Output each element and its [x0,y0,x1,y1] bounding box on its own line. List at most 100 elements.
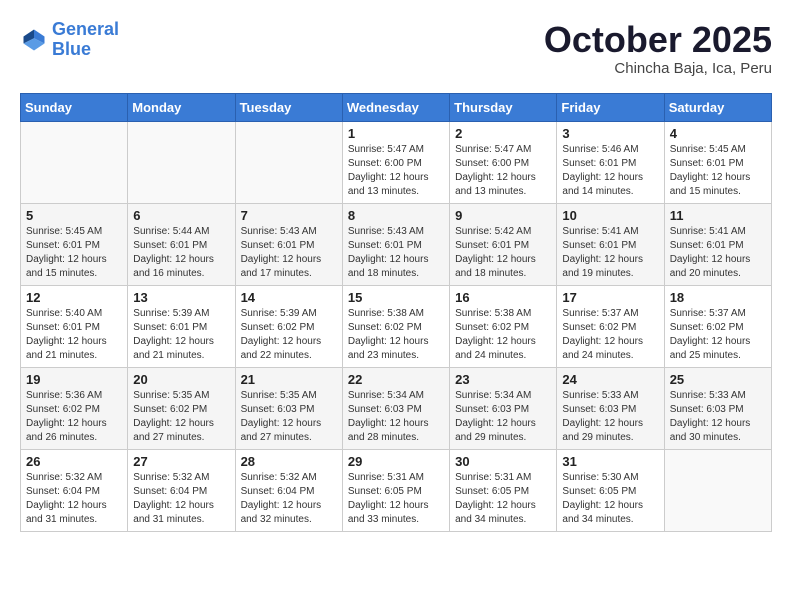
calendar-cell: 7 Sunrise: 5:43 AM Sunset: 6:01 PM Daylig… [235,203,342,285]
day-number: 7 [241,208,337,223]
day-info: Sunrise: 5:47 AM Sunset: 6:00 PM Dayligh… [455,143,551,199]
day-info: Sunrise: 5:39 AM Sunset: 6:01 PM Dayligh… [133,307,229,363]
calendar-cell: 28 Sunrise: 5:32 AM Sunset: 6:04 PM Dayli… [235,449,342,531]
day-number: 12 [26,290,122,305]
day-info: Sunrise: 5:32 AM Sunset: 6:04 PM Dayligh… [26,471,122,527]
day-info: Sunrise: 5:43 AM Sunset: 6:01 PM Dayligh… [348,225,444,281]
calendar-week-2: 5 Sunrise: 5:45 AM Sunset: 6:01 PM Daylig… [21,203,772,285]
calendar-cell: 11Sunrise: 5:41 AM Sunset: 6:01 PM Dayli… [664,203,771,285]
weekday-header-thursday: Thursday [450,93,557,121]
day-number: 2 [455,126,551,141]
day-info: Sunrise: 5:37 AM Sunset: 6:02 PM Dayligh… [562,307,658,363]
logo-icon [20,26,48,54]
calendar-cell [664,449,771,531]
calendar-cell: 10 Sunrise: 5:41 AM Sunset: 6:01 PM Dayli… [557,203,664,285]
weekday-header-saturday: Saturday [664,93,771,121]
day-info: Sunrise: 5:45 AM Sunset: 6:01 PM Dayligh… [670,143,766,199]
calendar-body: 1 Sunrise: 5:47 AM Sunset: 6:00 PM Daylig… [21,121,772,531]
day-info: Sunrise: 5:32 AM Sunset: 6:04 PM Dayligh… [133,471,229,527]
day-info: Sunrise: 5:44 AM Sunset: 6:01 PM Dayligh… [133,225,229,281]
calendar-cell: 23Sunrise: 5:34 AM Sunset: 6:03 PM Dayli… [450,367,557,449]
page-header: GeneralBlue October 2025 Chincha Baja, I… [20,20,772,77]
calendar-cell: 20Sunrise: 5:35 AM Sunset: 6:02 PM Dayli… [128,367,235,449]
day-number: 10 [562,208,658,223]
weekday-header-friday: Friday [557,93,664,121]
day-number: 3 [562,126,658,141]
day-info: Sunrise: 5:32 AM Sunset: 6:04 PM Dayligh… [241,471,337,527]
calendar-week-4: 19 Sunrise: 5:36 AM Sunset: 6:02 PM Dayli… [21,367,772,449]
calendar-cell [235,121,342,203]
day-info: Sunrise: 5:38 AM Sunset: 6:02 PM Dayligh… [348,307,444,363]
calendar-cell [128,121,235,203]
calendar-week-3: 12 Sunrise: 5:40 AM Sunset: 6:01 PM Dayli… [21,285,772,367]
calendar-cell: 3 Sunrise: 5:46 AM Sunset: 6:01 PM Daylig… [557,121,664,203]
day-info: Sunrise: 5:38 AM Sunset: 6:02 PM Dayligh… [455,307,551,363]
calendar-cell: 31 Sunrise: 5:30 AM Sunset: 6:05 PM Dayli… [557,449,664,531]
calendar-cell: 6Sunrise: 5:44 AM Sunset: 6:01 PM Daylig… [128,203,235,285]
calendar-cell: 19 Sunrise: 5:36 AM Sunset: 6:02 PM Dayli… [21,367,128,449]
calendar-cell: 8Sunrise: 5:43 AM Sunset: 6:01 PM Daylig… [342,203,449,285]
calendar-cell: 15 Sunrise: 5:38 AM Sunset: 6:02 PM Dayli… [342,285,449,367]
day-info: Sunrise: 5:36 AM Sunset: 6:02 PM Dayligh… [26,389,122,445]
day-number: 21 [241,372,337,387]
day-number: 15 [348,290,444,305]
title-block: October 2025 Chincha Baja, Ica, Peru [544,20,772,77]
day-info: Sunrise: 5:46 AM Sunset: 6:01 PM Dayligh… [562,143,658,199]
calendar-cell: 22 Sunrise: 5:34 AM Sunset: 6:03 PM Dayli… [342,367,449,449]
weekday-header-row: SundayMondayTuesdayWednesdayThursdayFrid… [21,93,772,121]
day-info: Sunrise: 5:37 AM Sunset: 6:02 PM Dayligh… [670,307,766,363]
calendar-cell: 9 Sunrise: 5:42 AM Sunset: 6:01 PM Daylig… [450,203,557,285]
calendar-cell: 25Sunrise: 5:33 AM Sunset: 6:03 PM Dayli… [664,367,771,449]
day-number: 19 [26,372,122,387]
calendar-cell: 12 Sunrise: 5:40 AM Sunset: 6:01 PM Dayli… [21,285,128,367]
day-info: Sunrise: 5:41 AM Sunset: 6:01 PM Dayligh… [562,225,658,281]
month-title: October 2025 [544,20,772,60]
day-number: 25 [670,372,766,387]
day-info: Sunrise: 5:33 AM Sunset: 6:03 PM Dayligh… [562,389,658,445]
calendar-week-1: 1 Sunrise: 5:47 AM Sunset: 6:00 PM Daylig… [21,121,772,203]
day-info: Sunrise: 5:45 AM Sunset: 6:01 PM Dayligh… [26,225,122,281]
day-info: Sunrise: 5:40 AM Sunset: 6:01 PM Dayligh… [26,307,122,363]
weekday-header-monday: Monday [128,93,235,121]
day-number: 1 [348,126,444,141]
location-subtitle: Chincha Baja, Ica, Peru [544,60,772,77]
day-number: 30 [455,454,551,469]
day-number: 31 [562,454,658,469]
day-number: 26 [26,454,122,469]
day-number: 22 [348,372,444,387]
calendar-cell: 5 Sunrise: 5:45 AM Sunset: 6:01 PM Daylig… [21,203,128,285]
calendar-cell: 13Sunrise: 5:39 AM Sunset: 6:01 PM Dayli… [128,285,235,367]
calendar-cell: 4 Sunrise: 5:45 AM Sunset: 6:01 PM Daylig… [664,121,771,203]
calendar-table: SundayMondayTuesdayWednesdayThursdayFrid… [20,93,772,532]
day-number: 29 [348,454,444,469]
calendar-cell: 16 Sunrise: 5:38 AM Sunset: 6:02 PM Dayli… [450,285,557,367]
day-info: Sunrise: 5:31 AM Sunset: 6:05 PM Dayligh… [455,471,551,527]
calendar-cell: 30 Sunrise: 5:31 AM Sunset: 6:05 PM Dayli… [450,449,557,531]
day-info: Sunrise: 5:47 AM Sunset: 6:00 PM Dayligh… [348,143,444,199]
day-number: 20 [133,372,229,387]
weekday-header-tuesday: Tuesday [235,93,342,121]
day-number: 11 [670,208,766,223]
day-number: 4 [670,126,766,141]
day-info: Sunrise: 5:34 AM Sunset: 6:03 PM Dayligh… [455,389,551,445]
logo-name: GeneralBlue [52,20,119,60]
day-info: Sunrise: 5:31 AM Sunset: 6:05 PM Dayligh… [348,471,444,527]
day-number: 27 [133,454,229,469]
day-info: Sunrise: 5:34 AM Sunset: 6:03 PM Dayligh… [348,389,444,445]
day-number: 5 [26,208,122,223]
day-info: Sunrise: 5:30 AM Sunset: 6:05 PM Dayligh… [562,471,658,527]
day-info: Sunrise: 5:42 AM Sunset: 6:01 PM Dayligh… [455,225,551,281]
calendar-cell: 2 Sunrise: 5:47 AM Sunset: 6:00 PM Daylig… [450,121,557,203]
day-number: 16 [455,290,551,305]
day-info: Sunrise: 5:43 AM Sunset: 6:01 PM Dayligh… [241,225,337,281]
weekday-header-wednesday: Wednesday [342,93,449,121]
calendar-cell: 26 Sunrise: 5:32 AM Sunset: 6:04 PM Dayli… [21,449,128,531]
day-number: 14 [241,290,337,305]
day-number: 28 [241,454,337,469]
day-number: 18 [670,290,766,305]
day-number: 9 [455,208,551,223]
day-number: 24 [562,372,658,387]
calendar-cell: 27 Sunrise: 5:32 AM Sunset: 6:04 PM Dayli… [128,449,235,531]
calendar-cell: 24 Sunrise: 5:33 AM Sunset: 6:03 PM Dayli… [557,367,664,449]
calendar-cell [21,121,128,203]
